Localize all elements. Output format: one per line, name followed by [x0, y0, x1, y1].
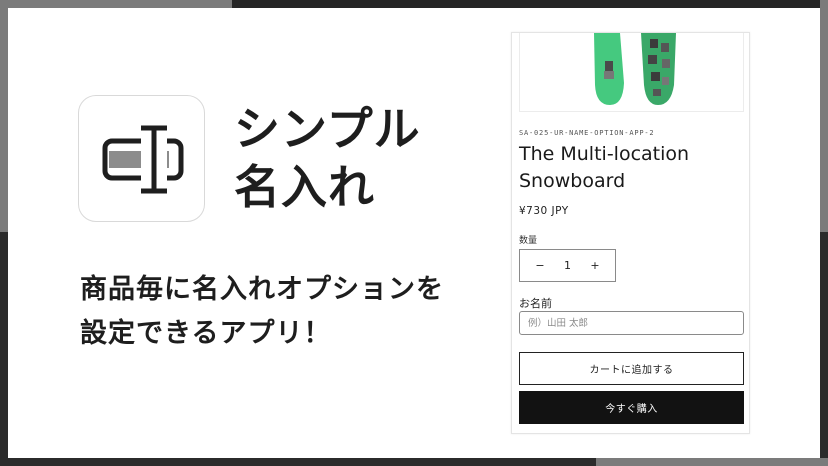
name-engraving-icon [102, 125, 184, 194]
product-title: The Multi-location Snowboard [519, 141, 744, 195]
product-price: ¥730 JPY [519, 205, 569, 217]
banner-canvas: シンプル 名入れ 商品毎に名入れオプションを 設定できるアプリ！ SA-025-… [8, 8, 820, 458]
quantity-increment-button[interactable]: + [585, 259, 605, 272]
product-card: SA-025-UR-NAME-OPTION-APP-2 The Multi-lo… [511, 32, 750, 434]
name-field-label: お名前 [519, 297, 552, 310]
quantity-label: 数量 [519, 236, 538, 246]
name-input[interactable] [519, 311, 744, 335]
buy-now-button[interactable]: 今すぐ購入 [519, 391, 744, 424]
snowboard-product-image[interactable] [519, 33, 744, 112]
tagline-line2: 設定できるアプリ！ [80, 318, 332, 349]
snowboard-illustration [594, 33, 676, 105]
quantity-stepper: − 1 + [519, 249, 616, 282]
frame-top-dark [232, 0, 828, 8]
frame-bottom-gray [596, 458, 828, 466]
product-sku: SA-025-UR-NAME-OPTION-APP-2 [519, 129, 655, 137]
product-title-line2: Snowboard [519, 170, 626, 192]
quantity-decrement-button[interactable]: − [530, 259, 550, 272]
frame-top-gray [0, 0, 232, 8]
add-to-cart-button[interactable]: カートに追加する [519, 352, 744, 385]
frame-right-gray [820, 0, 828, 232]
product-title-line1: The Multi-location [519, 143, 690, 165]
tagline-line1: 商品毎に名入れオプションを [80, 274, 444, 305]
app-icon [78, 95, 205, 222]
app-title-line1: シンプル [234, 102, 421, 156]
app-title-line2: 名入れ [234, 160, 375, 214]
frame-left-gray [0, 0, 8, 232]
app-tagline: 商品毎に名入れオプションを 設定できるアプリ！ [80, 268, 500, 356]
app-title: シンプル 名入れ [234, 100, 494, 216]
quantity-value[interactable]: 1 [558, 259, 578, 272]
